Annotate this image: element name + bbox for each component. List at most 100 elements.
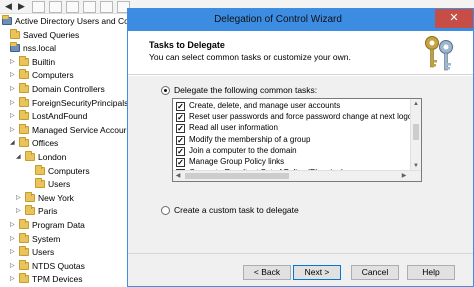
- expand-arrow-icon[interactable]: ▷: [10, 222, 16, 229]
- export-icon[interactable]: [83, 1, 96, 13]
- tree-node[interactable]: ▷ System: [10, 232, 136, 245]
- expand-arrow-icon[interactable]: ▷: [10, 113, 16, 120]
- tree-node[interactable]: ▷ NTDS Quotas: [10, 259, 136, 272]
- task-item[interactable]: ✓ Reset user passwords and force password…: [176, 112, 417, 123]
- tree-node[interactable]: ▷ TPM Devices: [10, 273, 136, 285]
- scroll-left-arrow-icon[interactable]: ◀: [173, 171, 183, 181]
- back-button[interactable]: < Back: [243, 265, 291, 280]
- common-tasks-radio[interactable]: [161, 86, 170, 95]
- collapse-arrow-icon[interactable]: ◢: [16, 154, 22, 161]
- tree-node[interactable]: ▷ Builtin: [10, 55, 136, 68]
- tree-node-label: System: [32, 233, 61, 244]
- task-item[interactable]: ✓ Modify the membership of a group: [176, 134, 408, 146]
- tree-node[interactable]: Computers: [26, 164, 136, 177]
- tree-node[interactable]: ◢ Offices: [10, 137, 136, 149]
- folder-icon: [25, 205, 35, 216]
- back-arrow-icon[interactable]: ◀: [2, 1, 15, 13]
- expand-arrow-icon[interactable]: ▷: [10, 249, 16, 256]
- task-item[interactable]: ✓ Read all user information: [176, 123, 408, 134]
- expand-arrow-icon[interactable]: ▷: [16, 195, 22, 202]
- custom-task-radio[interactable]: [161, 206, 170, 215]
- tree-node[interactable]: ▷ Managed Service Accour: [10, 123, 136, 136]
- expand-arrow-icon[interactable]: ▷: [10, 59, 16, 66]
- tree-node[interactable]: Active Directory Users and Com: [2, 15, 136, 27]
- custom-task-label[interactable]: Create a custom task to delegate: [174, 205, 299, 215]
- expand-arrow-icon[interactable]: ▷: [10, 263, 16, 270]
- task-label: Reset user passwords and force password …: [189, 112, 417, 122]
- expand-arrow-icon[interactable]: ▷: [10, 86, 16, 93]
- folder-icon: [19, 83, 29, 93]
- wizard-body: Delegate the following common tasks: ✓ Cr…: [128, 76, 473, 286]
- wizard-titlebar[interactable]: Delegation of Control Wizard ✕: [128, 9, 473, 31]
- tree-node-label: New York: [38, 192, 74, 203]
- tree-node[interactable]: ▷ Paris: [16, 205, 136, 217]
- cancel-button[interactable]: Cancel: [351, 265, 399, 280]
- tree-node[interactable]: ▷ Computers: [10, 69, 136, 81]
- task-item[interactable]: ✓ Create, delete, and manage user account…: [176, 101, 408, 112]
- scroll-right-arrow-icon[interactable]: ▶: [399, 171, 409, 181]
- close-button[interactable]: ✕: [435, 9, 473, 28]
- refresh-icon[interactable]: [66, 1, 79, 13]
- common-tasks-label[interactable]: Delegate the following common tasks:: [174, 85, 317, 95]
- task-label: Manage Group Policy links: [189, 157, 285, 166]
- keys-icon: [425, 36, 453, 71]
- next-button[interactable]: Next >: [293, 265, 341, 280]
- task-item[interactable]: ✓ Manage Group Policy links: [176, 157, 408, 168]
- help-button[interactable]: Help: [407, 265, 455, 280]
- task-label: Create, delete, and manage user accounts: [189, 101, 341, 110]
- scroll-thumb[interactable]: [413, 124, 419, 140]
- folder-icon: [19, 219, 29, 229]
- forward-arrow-icon[interactable]: ▶: [15, 1, 28, 13]
- tree-node[interactable]: ▷ Domain Controllers: [10, 83, 136, 95]
- tree-node[interactable]: ◢ London: [16, 151, 136, 163]
- tree-node[interactable]: ▷ New York: [16, 191, 136, 204]
- tree-node-label: Computers: [32, 70, 74, 81]
- tasks-listbox[interactable]: ✓ Create, delete, and manage user account…: [172, 98, 422, 182]
- task-checkbox[interactable]: ✓: [176, 146, 185, 156]
- task-checkbox[interactable]: ✓: [176, 113, 185, 123]
- tree-node-label: ForeignSecurityPrincipals: [32, 97, 129, 108]
- tree-node[interactable]: nss.local: [10, 42, 136, 54]
- collapse-arrow-icon[interactable]: ◢: [10, 140, 16, 147]
- task-label: Modify the membership of a group: [189, 134, 311, 144]
- expand-arrow-icon[interactable]: ▷: [10, 72, 16, 79]
- folder-icon: [25, 151, 35, 161]
- scroll-up-arrow-icon[interactable]: ▲: [411, 99, 421, 109]
- help-icon[interactable]: [100, 1, 113, 13]
- tree-node[interactable]: ▷ Users: [10, 246, 136, 258]
- expand-arrow-icon[interactable]: ▷: [10, 276, 16, 283]
- expand-arrow-icon[interactable]: ▷: [10, 127, 16, 134]
- task-checkbox[interactable]: ✓: [176, 102, 185, 111]
- tree-node-label: Builtin: [32, 56, 56, 67]
- tree-node-label: TPM Devices: [32, 274, 83, 285]
- task-checkbox[interactable]: ✓: [176, 135, 185, 145]
- tree-node-label: Paris: [38, 206, 58, 217]
- tasks-vertical-scrollbar[interactable]: ▲ ▼: [410, 99, 421, 171]
- tree-node[interactable]: Saved Queries: [10, 28, 136, 41]
- tasks-horizontal-scrollbar[interactable]: ◀ ▶: [173, 170, 421, 181]
- expand-arrow-icon[interactable]: ▷: [10, 236, 16, 243]
- folder-icon: [10, 28, 20, 39]
- expand-arrow-icon[interactable]: ▷: [16, 208, 22, 215]
- console-view-icon[interactable]: [32, 1, 45, 13]
- tree-node-label: Users: [48, 179, 71, 190]
- tree-node-label: Saved Queries: [23, 29, 80, 40]
- folder-icon: [25, 191, 35, 202]
- task-item[interactable]: ✓ Join a computer to the domain: [176, 145, 408, 157]
- tree-node[interactable]: ▷ ForeignSecurityPrincipals: [10, 96, 136, 109]
- properties-icon[interactable]: [49, 1, 62, 13]
- tree-node[interactable]: ▷ LostAndFound: [10, 110, 136, 122]
- folder-icon: [19, 259, 29, 270]
- folder-icon: [19, 137, 29, 148]
- tree-node-label: London: [38, 152, 67, 162]
- expand-arrow-icon[interactable]: ▷: [10, 100, 16, 107]
- task-label: Join a computer to the domain: [189, 145, 297, 155]
- console-tree[interactable]: Active Directory Users and Com Saved Quer…: [0, 14, 138, 287]
- tree-node[interactable]: ▷ Program Data: [10, 219, 136, 231]
- task-checkbox[interactable]: ✓: [176, 158, 185, 167]
- tree-node-label: Active Directory Users and Com: [15, 16, 136, 26]
- tree-node[interactable]: Users: [26, 178, 136, 190]
- tree-node-label: NTDS Quotas: [32, 260, 85, 271]
- task-checkbox[interactable]: ✓: [176, 124, 185, 134]
- horizontal-scroll-thumb[interactable]: [185, 173, 289, 179]
